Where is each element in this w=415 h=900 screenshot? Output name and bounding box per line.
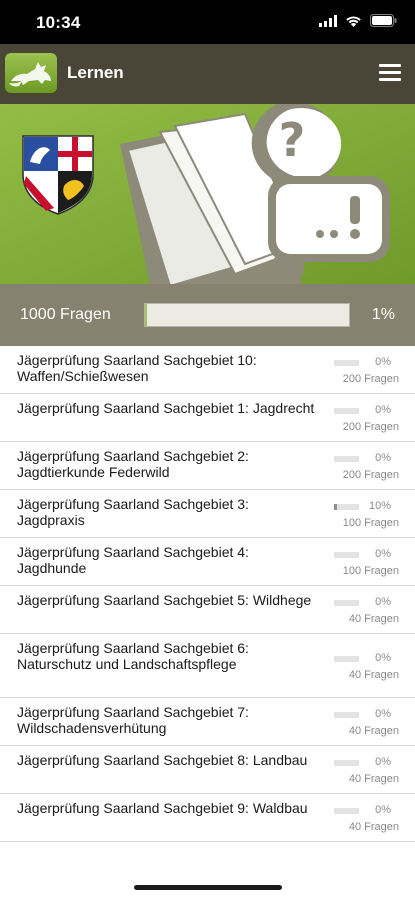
signal-icon: [319, 14, 337, 27]
topic-row[interactable]: Jägerprüfung Saarland Sachgebiet 7: Wild…: [0, 698, 415, 746]
total-questions-label: 1000 Fragen: [20, 306, 111, 323]
topic-progress-percent: 0%: [375, 804, 391, 816]
topic-question-count: 40 Fragen: [348, 725, 399, 737]
topic-question-count: 40 Fragen: [348, 613, 399, 625]
topic-progress-fill: [334, 504, 337, 510]
topic-row[interactable]: Jägerprüfung Saarland Sachgebiet 8: Land…: [0, 746, 415, 794]
topic-question-count: 40 Fragen: [348, 669, 399, 681]
topic-progress-bar: [334, 712, 359, 718]
topic-progress-percent: 0%: [375, 404, 391, 416]
topic-row[interactable]: Jägerprüfung Saarland Sachgebiet 10: Waf…: [0, 346, 415, 394]
status-time: 10:34: [36, 13, 81, 32]
battery-icon: [370, 14, 397, 27]
topic-progress-percent: 0%: [375, 652, 391, 664]
topic-progress-percent: 0%: [375, 452, 391, 464]
topic-question-count: 100 Fragen: [342, 565, 399, 577]
topic-row[interactable]: Jägerprüfung Saarland Sachgebiet 9: Wald…: [0, 794, 415, 842]
status-icons: [319, 14, 397, 27]
topic-question-count: 100 Fragen: [342, 517, 399, 529]
topic-row[interactable]: Jägerprüfung Saarland Sachgebiet 4: Jagd…: [0, 538, 415, 586]
topic-progress-bar: [334, 552, 359, 558]
topic-progress-percent: 0%: [375, 356, 391, 368]
topic-progress-percent: 0%: [375, 756, 391, 768]
topic-row[interactable]: Jägerprüfung Saarland Sachgebiet 6: Natu…: [0, 634, 415, 698]
topic-progress-percent: 0%: [375, 708, 391, 720]
topic-question-count: 200 Fragen: [342, 373, 399, 385]
topic-question-count: 200 Fragen: [342, 469, 399, 481]
topic-row[interactable]: Jägerprüfung Saarland Sachgebiet 1: Jagd…: [0, 394, 415, 442]
topic-progress-bar: [334, 504, 359, 510]
topic-progress-percent: 10%: [368, 500, 391, 512]
bottom-area: [0, 866, 415, 900]
topic-progress-bar: [334, 808, 359, 814]
topic-row[interactable]: Jägerprüfung Saarland Sachgebiet 2: Jagd…: [0, 442, 415, 490]
topic-progress-bar: [334, 656, 359, 662]
wifi-icon: [346, 15, 361, 27]
topic-question-count: 40 Fragen: [348, 773, 399, 785]
topic-progress-bar: [334, 360, 359, 366]
topic-title: Jägerprüfung Saarland Sachgebiet 6: Natu…: [17, 640, 249, 672]
topic-row[interactable]: Jägerprüfung Saarland Sachgebiet 3: Jagd…: [0, 490, 415, 538]
hamburger-menu-icon[interactable]: [379, 64, 401, 84]
topic-progress-bar: [334, 456, 359, 462]
app-header: Lernen: [0, 44, 415, 104]
total-progress-bar: 1000 Fragen 1%: [0, 284, 415, 346]
topic-question-count: 40 Fragen: [348, 821, 399, 833]
total-progress-track: [144, 303, 350, 327]
page-title: Lernen: [67, 63, 124, 82]
topic-list: Jägerprüfung Saarland Sachgebiet 10: Waf…: [0, 346, 415, 842]
topic-title: Jägerprüfung Saarland Sachgebiet 2: Jagd…: [17, 448, 249, 480]
total-progress-percent: 1%: [371, 306, 395, 323]
topic-title: Jägerprüfung Saarland Sachgebiet 5: Wild…: [17, 592, 312, 608]
status-bar: 10:34: [0, 0, 415, 44]
topic-title: Jägerprüfung Saarland Sachgebiet 3: Jagd…: [17, 496, 249, 528]
topic-question-count: 200 Fragen: [342, 421, 399, 433]
svg-text:?: ?: [279, 113, 306, 167]
topic-title: Jägerprüfung Saarland Sachgebiet 9: Wald…: [17, 800, 308, 816]
topic-progress-bar: [334, 600, 359, 606]
topic-title: Jägerprüfung Saarland Sachgebiet 1: Jagd…: [17, 400, 315, 416]
topic-title: Jägerprüfung Saarland Sachgebiet 8: Land…: [17, 752, 308, 768]
hero-banner: ?: [0, 104, 415, 284]
home-indicator: [134, 885, 282, 890]
total-progress-fill: [145, 304, 148, 326]
topic-progress-percent: 0%: [375, 596, 391, 608]
topic-title: Jägerprüfung Saarland Sachgebiet 10: Waf…: [17, 352, 257, 384]
topic-progress-bar: [334, 408, 359, 414]
topic-progress-percent: 0%: [375, 548, 391, 560]
topic-title: Jägerprüfung Saarland Sachgebiet 4: Jagd…: [17, 544, 249, 576]
topic-row[interactable]: Jägerprüfung Saarland Sachgebiet 5: Wild…: [0, 586, 415, 634]
topic-progress-bar: [334, 760, 359, 766]
topic-title: Jägerprüfung Saarland Sachgebiet 7: Wild…: [17, 704, 249, 736]
fox-icon[interactable]: [5, 53, 57, 93]
